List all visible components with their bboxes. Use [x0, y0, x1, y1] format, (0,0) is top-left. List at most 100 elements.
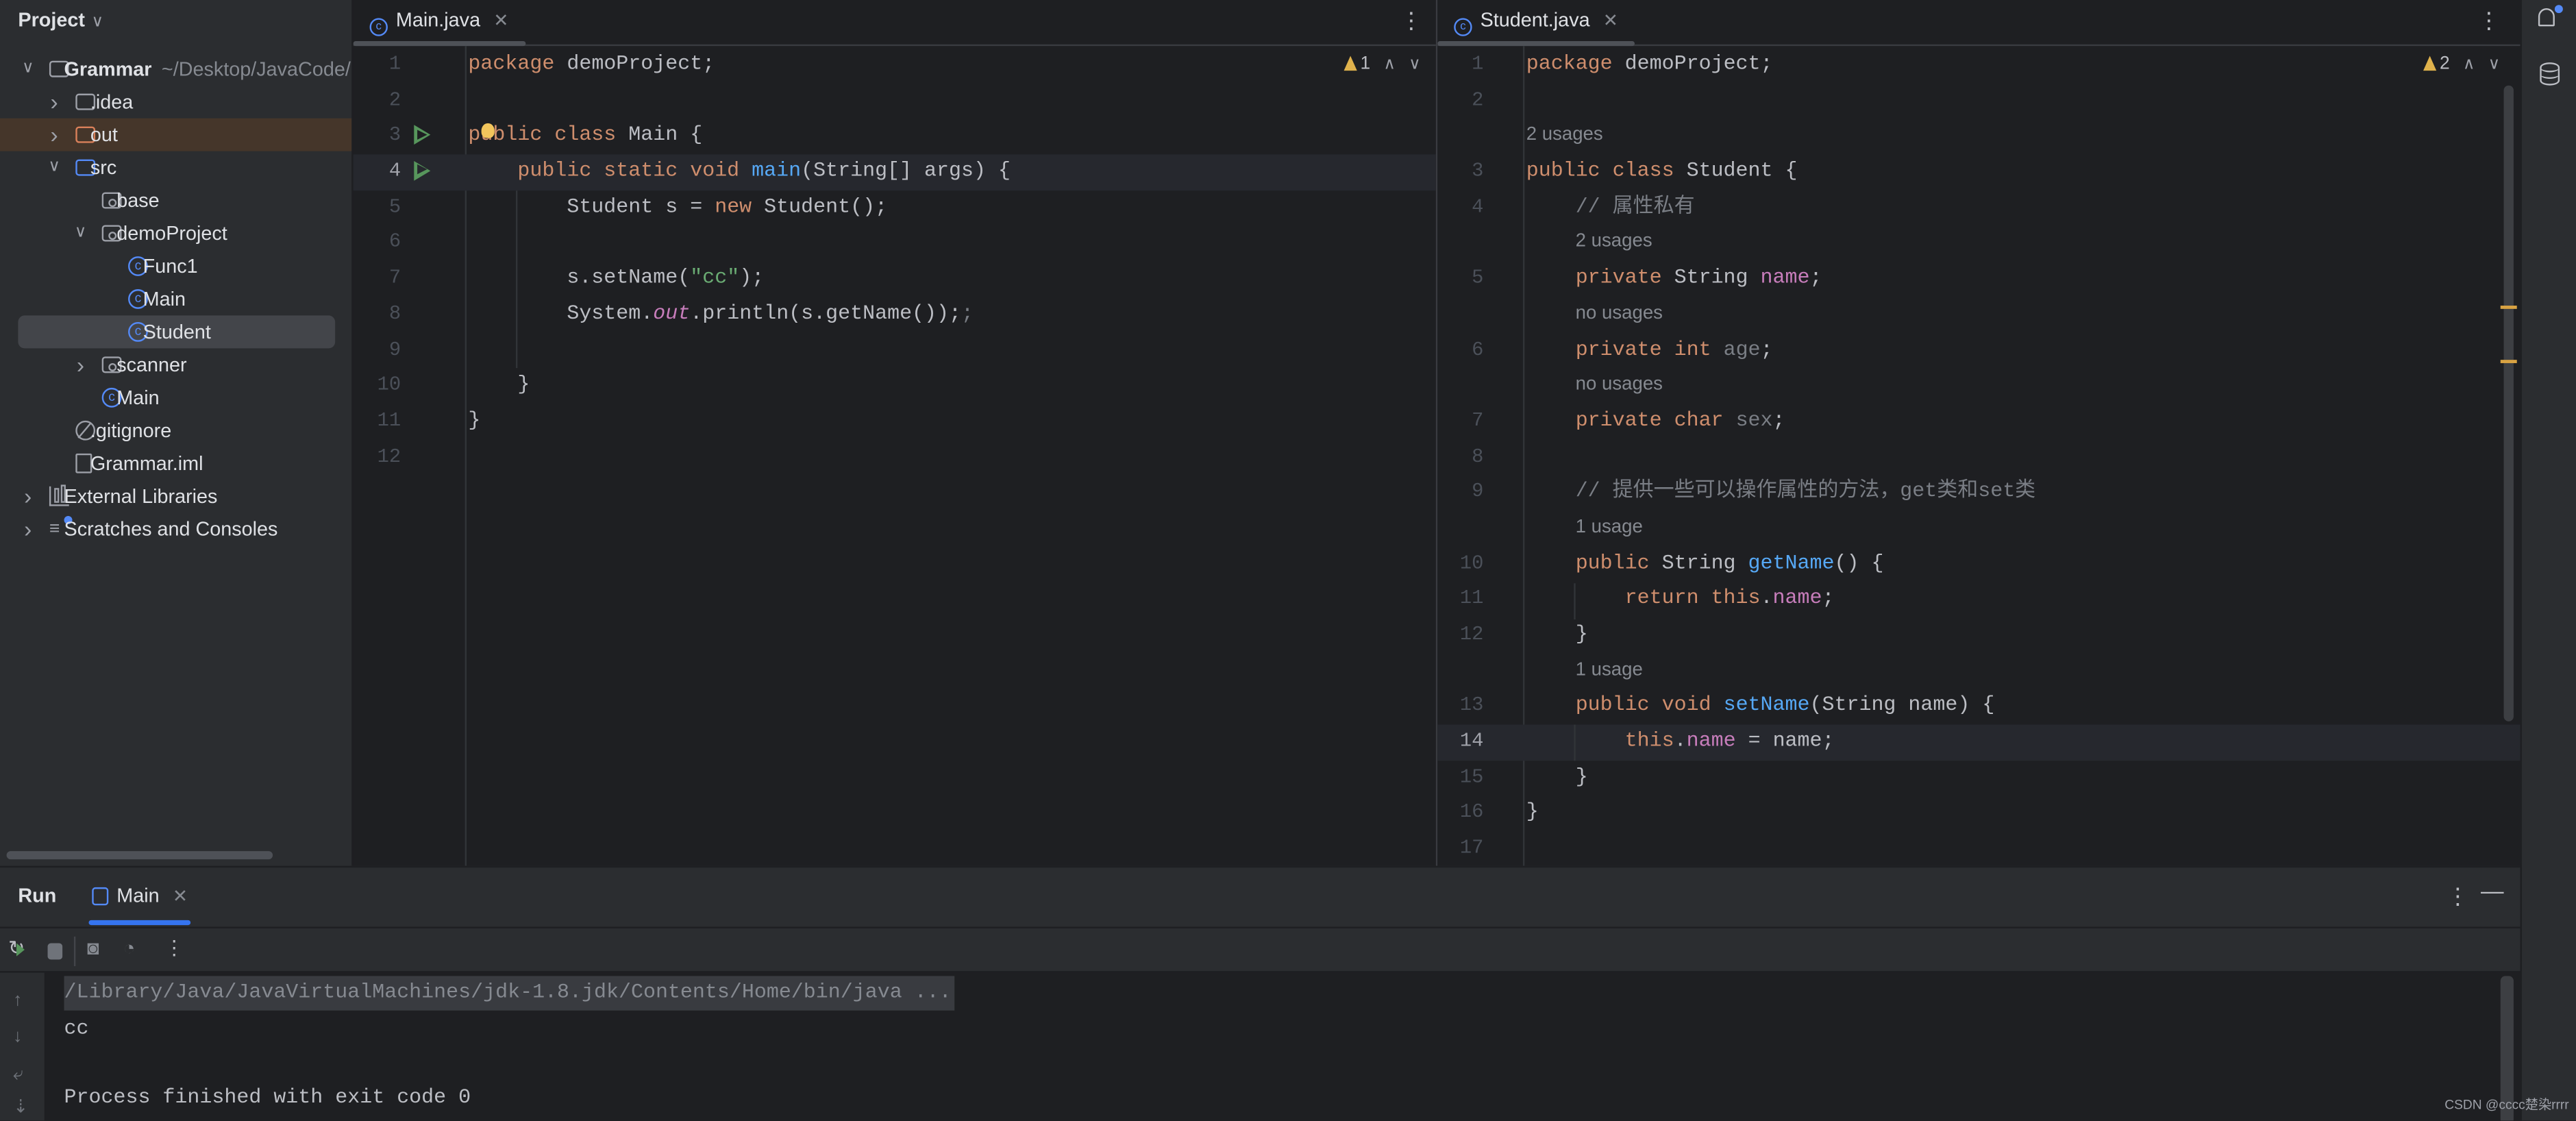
code-line: 2 — [354, 84, 1436, 119]
minimize-icon[interactable]: — — [2481, 878, 2504, 904]
line-number: 3 — [1472, 159, 1484, 183]
intention-bulb-icon[interactable] — [481, 123, 495, 139]
code-line: 1 package demoProject; — [1437, 48, 2520, 84]
console-output[interactable]: ↑ ↓ ⤶ ⇣ /Library/Java/JavaVirtualMachine… — [0, 971, 2521, 1121]
code-text: public static void main(String[] args) { — [468, 155, 1011, 190]
tree-item[interactable]: c Student — [18, 315, 336, 349]
chevron-right-icon[interactable]: › — [20, 480, 36, 513]
tree-item[interactable]: ∨ src — [0, 151, 351, 184]
usages-hint[interactable]: 2 usages — [1437, 226, 2520, 262]
line-number: 13 — [1459, 693, 1484, 717]
code-token-kw: package — [468, 52, 555, 76]
code-token-fn: main — [752, 159, 802, 183]
database-icon[interactable] — [2540, 62, 2560, 86]
tree-item[interactable]: ∨ Grammar ~/Desktop/JavaCode/( — [0, 53, 351, 86]
more-options-icon[interactable]: ⋮ — [1400, 7, 1423, 33]
tree-item[interactable]: Grammar.iml — [0, 447, 351, 480]
code-token-cm: // 属性私有 — [1526, 195, 1695, 219]
line-number: 7 — [1472, 408, 1484, 432]
run-tab-label: Main — [116, 884, 160, 907]
run-gutter-icon[interactable] — [414, 125, 431, 145]
tree-item[interactable]: › ≡ Scratches and Consoles — [0, 513, 351, 545]
chevron-down-icon[interactable]: ∨ — [20, 53, 36, 86]
item-name: Main — [116, 386, 160, 410]
chevron-down-icon[interactable]: ∨ — [73, 217, 89, 250]
tab-student-java[interactable]: c Student.java ✕ — [1437, 0, 1635, 47]
tab-main-java[interactable]: c Main.java ✕ — [353, 0, 525, 47]
code-line: 11} — [354, 404, 1436, 440]
warning-marker[interactable] — [2500, 360, 2517, 363]
line-number: 17 — [1459, 836, 1484, 860]
more-options-icon[interactable]: ⋮ — [2477, 7, 2501, 33]
line-number: 3 — [388, 123, 401, 147]
tree-item[interactable]: c Main — [0, 282, 351, 315]
tree-item-label: Grammar.iml — [90, 447, 203, 480]
close-tab-icon[interactable]: ✕ — [1603, 12, 1618, 32]
camera-icon[interactable]: ◙ — [87, 937, 99, 960]
tree-item[interactable]: › .idea — [0, 86, 351, 119]
item-name: External Libraries — [64, 484, 218, 508]
line-number: 8 — [1472, 444, 1484, 468]
tree-item[interactable]: c Main — [0, 381, 351, 414]
project-view-selector[interactable]: Project ∨ — [18, 7, 103, 36]
code-line: 4 // 属性私有 — [1437, 190, 2520, 226]
usages-hint[interactable]: 1 usage — [1437, 511, 2520, 547]
code-line: 11 return this.name; — [1437, 582, 2520, 618]
more-options-icon[interactable]: ⋮ — [164, 937, 184, 960]
close-tab-icon[interactable]: ✕ — [173, 887, 188, 907]
line-number: 11 — [377, 408, 401, 432]
console-command-line[interactable]: /Library/Java/JavaVirtualMachines/jdk-1.… — [64, 976, 955, 1011]
tree-item[interactable]: › scanner — [0, 348, 351, 381]
close-tab-icon[interactable]: ✕ — [493, 12, 508, 32]
editor-student-java[interactable]: c Student.java ✕ ⋮ 2 ∧ ∨ 1 package demoProjec… — [1437, 0, 2521, 866]
line-number: 2 — [1472, 88, 1484, 112]
item-name: Grammar — [64, 57, 152, 81]
code-line: 14 this.name = name; — [1437, 724, 2521, 761]
run-tab-main[interactable]: Main ✕ — [75, 867, 204, 926]
warning-marker[interactable] — [2500, 306, 2517, 309]
editor-main-java[interactable]: c Main.java ✕ ⋮ 1 ∧ ∨ 1 package demoProject; 2… — [353, 0, 1438, 866]
thread-dump-icon[interactable]: ◔ — [123, 937, 135, 960]
usages-hint[interactable]: no usages — [1437, 297, 2520, 333]
usages-hint[interactable]: no usages — [1437, 369, 2520, 404]
code-token-id: } — [468, 373, 530, 397]
more-options-icon[interactable]: ⋮ — [2447, 883, 2470, 911]
stop-icon[interactable] — [47, 943, 63, 960]
chevron-right-icon[interactable]: › — [20, 513, 36, 545]
tree-item[interactable]: › External Libraries — [0, 480, 351, 513]
usages-hint[interactable]: 1 usage — [1437, 654, 2520, 689]
tree-item[interactable]: › out — [0, 118, 352, 151]
scroll-to-end-icon[interactable]: ⇣ — [13, 1098, 28, 1118]
tree-item-label: External Libraries — [64, 480, 218, 513]
tree-item[interactable]: c Func1 — [0, 249, 351, 282]
run-gutter-icon[interactable] — [414, 161, 431, 181]
chevron-right-icon[interactable]: › — [46, 86, 62, 119]
code-text: public String getName() { — [1526, 547, 1884, 582]
tree-item-label: scanner — [116, 348, 186, 381]
rerun-icon[interactable]: ↻ — [8, 937, 25, 959]
chevron-right-icon[interactable]: › — [46, 119, 62, 151]
chevron-right-icon[interactable]: › — [73, 348, 89, 381]
usages-hint[interactable]: 2 usages — [1437, 119, 2520, 155]
code-line: 12 } — [1437, 618, 2520, 654]
line-number: 6 — [388, 230, 401, 254]
scroll-down-icon[interactable]: ↓ — [13, 1027, 22, 1047]
console-output-line: cc — [64, 1017, 89, 1040]
tab-label: Main.java — [395, 8, 481, 32]
soft-wrap-icon[interactable]: ⤶ — [13, 1065, 23, 1085]
chevron-down-icon[interactable]: ∨ — [46, 151, 62, 184]
item-name: Func1 — [143, 254, 198, 278]
tree-item[interactable]: base — [0, 184, 351, 217]
vertical-scrollbar[interactable] — [2503, 85, 2514, 722]
code-area[interactable]: 1 package demoProject; 2 2 usages 3 public cl… — [1437, 48, 2521, 866]
indent-guide — [515, 190, 518, 369]
tree-item[interactable]: ∨ demoProject — [0, 217, 351, 250]
horizontal-scrollbar[interactable] — [6, 851, 273, 860]
code-text: } — [1526, 761, 1588, 796]
tree-item-label: demoProject — [116, 217, 227, 250]
line-number: 14 — [1459, 729, 1484, 753]
notifications-bell-icon[interactable] — [2538, 8, 2555, 27]
scroll-up-icon[interactable]: ↑ — [13, 991, 22, 1011]
tree-item[interactable]: .gitignore — [0, 414, 351, 447]
code-token-id: Student(); — [752, 195, 888, 219]
